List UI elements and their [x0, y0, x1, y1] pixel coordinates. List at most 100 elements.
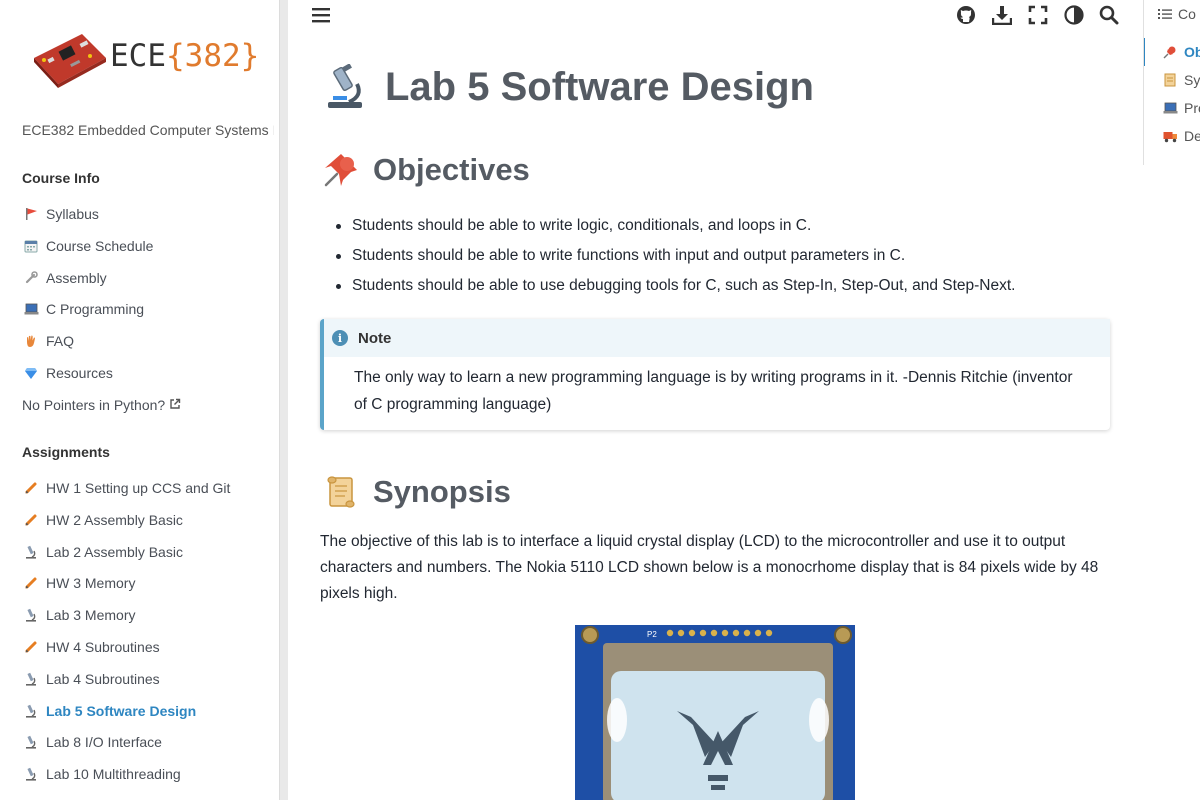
toc-active-indicator: [1144, 38, 1145, 66]
synopsis-heading-text: Synopsis: [373, 474, 511, 509]
toc-title-text: Co: [1178, 6, 1196, 22]
note-title: Note: [358, 329, 392, 347]
toc-item-label: Pro: [1184, 100, 1200, 116]
objectives-heading: Objectives: [323, 152, 530, 188]
sidebar-item-label: Lab 4 Subroutines: [46, 671, 160, 687]
menu-icon[interactable]: [310, 4, 332, 26]
logo-brace: {: [166, 38, 185, 74]
list-item: Students should be able to write logic, …: [332, 211, 1112, 241]
objectives-heading-text: Objectives: [373, 152, 530, 187]
synopsis-text: The objective of this lab is to interfac…: [320, 533, 1099, 602]
sidebar-item-hw1[interactable]: HW 1 Setting up CCS and Git: [22, 478, 230, 498]
pushpin-icon: [323, 152, 359, 188]
sidebar-item-faq[interactable]: FAQ: [22, 331, 74, 351]
sidebar-item-lab4[interactable]: Lab 4 Subroutines: [22, 669, 160, 689]
toc-item-objectives[interactable]: Ob: [1162, 42, 1200, 62]
sidebar-item-hw2[interactable]: HW 2 Assembly Basic: [22, 510, 183, 530]
external-link-icon: [169, 397, 181, 413]
raised-hand-icon: [22, 334, 40, 348]
logo-text: ECE: [110, 38, 166, 74]
page-title: Lab 5 Software Design: [323, 64, 814, 110]
sidebar-item-label: Resources: [46, 365, 113, 381]
nokia-5110-lcd-image: P2: [575, 625, 855, 800]
sidebar-item-hw4[interactable]: HW 4 Subroutines: [22, 637, 160, 657]
site-subtitle: ECE382 Embedded Computer Systems I: [22, 122, 274, 138]
toc-item-synopsis[interactable]: Syr: [1162, 70, 1200, 90]
sidebar-item-course-schedule[interactable]: Course Schedule: [22, 236, 153, 256]
sidebar-item-lab10[interactable]: Lab 10 Multithreading: [22, 764, 181, 784]
truck-icon: [1162, 129, 1178, 143]
scroll-icon: [323, 474, 359, 510]
sidebar-item-label: Lab 3 Memory: [46, 607, 136, 623]
sidebar-item-c-programming[interactable]: C Programming: [22, 299, 144, 319]
sidebar-item-assembly[interactable]: Assembly: [22, 268, 107, 288]
microscope-icon: [22, 704, 40, 718]
objectives-list: Students should be able to write logic, …: [332, 211, 1112, 301]
toc-item-label: De: [1184, 128, 1200, 144]
sidebar-item-label: Assembly: [46, 270, 107, 286]
microscope-icon: [22, 545, 40, 559]
logo-number: 382: [184, 38, 241, 74]
sidebar-item-label: No Pointers in Python?: [22, 397, 166, 413]
sidebar-item-label: Syllabus: [46, 206, 99, 222]
note-admonition: i Note The only way to learn a new progr…: [320, 319, 1110, 430]
sidebar-item-lab5[interactable]: Lab 5 Software Design: [22, 701, 196, 721]
sidebar-external-link[interactable]: No Pointers in Python?: [22, 395, 181, 415]
sidebar-item-label: Lab 8 I/O Interface: [46, 734, 162, 750]
toc-title: Co: [1158, 6, 1196, 22]
logo-brace: }: [240, 38, 260, 74]
sidebar-item-hw3[interactable]: HW 3 Memory: [22, 573, 135, 593]
sidebar-item-label: HW 4 Subroutines: [46, 639, 160, 655]
sidebar-item-lab2[interactable]: Lab 2 Assembly Basic: [22, 542, 183, 562]
download-icon[interactable]: [991, 4, 1013, 26]
sidebar-item-label: HW 2 Assembly Basic: [46, 512, 183, 528]
pushpin-icon: [1162, 45, 1178, 59]
toc-item-label: Syr: [1184, 72, 1200, 88]
toc-item-prelab[interactable]: Pro: [1162, 98, 1200, 118]
search-icon[interactable]: [1098, 4, 1120, 26]
toc-item-deliverables[interactable]: De: [1162, 126, 1200, 146]
sidebar-item-label: Lab 5 Software Design: [46, 703, 197, 719]
microscope-icon: [22, 608, 40, 622]
sidebar-scrollbar[interactable]: [279, 0, 288, 800]
calendar-icon: [22, 239, 40, 253]
sidebar-item-label: Course Schedule: [46, 238, 154, 254]
site-logo[interactable]: ECE{382}: [30, 28, 260, 90]
laptop-icon: [1162, 101, 1178, 115]
nav-caption-assignments: Assignments: [22, 444, 110, 460]
microscope-icon: [22, 672, 40, 686]
table-of-contents: Co Ob Syr Pro De: [1143, 0, 1200, 165]
note-text: The only way to learn a new programming …: [354, 369, 1073, 413]
sidebar-item-resources[interactable]: Resources: [22, 363, 113, 383]
scroll-icon: [1162, 73, 1178, 87]
sidebar-item-lab3[interactable]: Lab 3 Memory: [22, 605, 135, 625]
sidebar-item-label: HW 3 Memory: [46, 575, 136, 591]
gem-icon: [22, 366, 40, 380]
list-item: Students should be able to write functio…: [332, 241, 1112, 271]
sidebar-item-label: Lab 2 Assembly Basic: [46, 544, 183, 560]
nav-caption-course-info: Course Info: [22, 170, 100, 186]
microscope-icon: [22, 735, 40, 749]
sidebar-item-lab8[interactable]: Lab 8 I/O Interface: [22, 732, 162, 752]
sidebar: ECE{382} ECE382 Embedded Computer System…: [0, 0, 279, 800]
sidebar-item-syllabus[interactable]: Syllabus: [22, 204, 99, 224]
pencil-icon: [22, 640, 40, 654]
board-label: P2: [647, 630, 657, 639]
list-item: Students should be able to use debugging…: [332, 271, 1112, 301]
list-icon: [1158, 8, 1172, 20]
page-title-text: Lab 5 Software Design: [385, 64, 814, 109]
fullscreen-icon[interactable]: [1027, 4, 1049, 26]
sidebar-item-label: FAQ: [46, 333, 75, 349]
pencil-icon: [22, 576, 40, 590]
pencil-icon: [22, 481, 40, 495]
github-icon[interactable]: [955, 4, 977, 26]
sidebar-item-label: HW 1 Setting up CCS and Git: [46, 480, 231, 496]
info-icon: i: [332, 330, 348, 346]
pencil-icon: [22, 513, 40, 527]
laptop-icon: [22, 302, 40, 316]
flag-icon: [22, 207, 40, 221]
toc-item-label: Ob: [1184, 44, 1200, 60]
sidebar-item-label: C Programming: [46, 301, 145, 317]
theme-icon[interactable]: [1063, 4, 1085, 26]
launchpad-board-icon: [34, 34, 106, 88]
